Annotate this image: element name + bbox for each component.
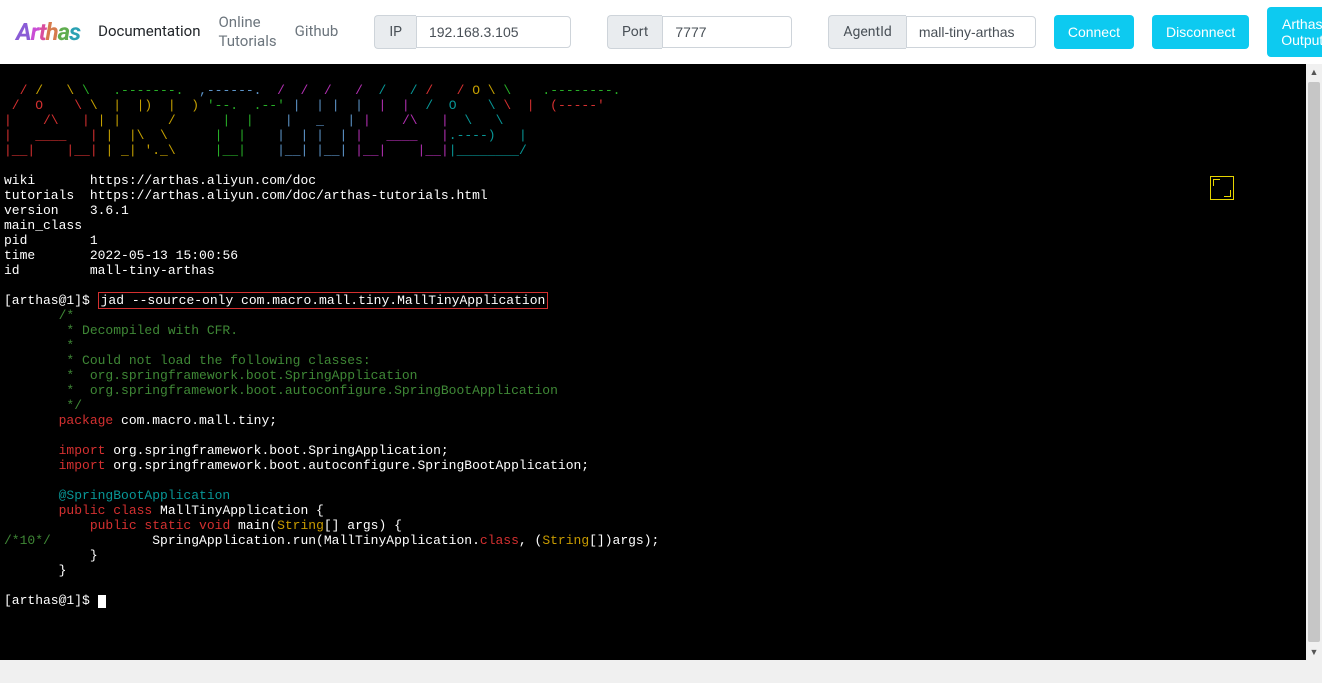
package-line: package com.macro.mall.tiny; [4,413,277,428]
brace-close: } [4,563,66,578]
info-id: id mall-tiny-arthas [4,263,215,278]
scroll-up-icon[interactable]: ▲ [1306,64,1322,80]
nav-documentation[interactable]: Documentation [98,22,200,42]
cursor-icon [98,595,106,608]
agentid-input[interactable] [906,16,1036,48]
header-toolbar: Arthas Documentation Online Tutorials Gi… [0,0,1322,64]
terminal-output: / / \ \ .-------. ,------. / / / / / / /… [4,64,1318,612]
info-wiki: wiki https://arthas.aliyun.com/doc [4,173,316,188]
comment-line: * [4,338,74,353]
arthas-output-button[interactable]: Arthas Output [1267,7,1322,57]
port-input[interactable] [662,16,792,48]
import-line: import org.springframework.boot.SpringAp… [4,443,449,458]
highlighted-command: jad --source-only com.macro.mall.tiny.Ma… [98,292,549,309]
arthas-logo: Arthas [16,18,80,46]
agentid-field-group: AgentId [828,15,1035,49]
comment-line: */ [4,398,82,413]
bottom-bar [0,660,1322,683]
run-line: /*10*/ SpringApplication.run(MallTinyApp… [4,533,659,548]
info-time: time 2022-05-13 15:00:56 [4,248,238,263]
prompt-line-2: [arthas@1]$ [4,593,106,608]
info-mainclass: main_class [4,218,82,233]
comment-line: * Decompiled with CFR. [4,323,238,338]
brace-close: } [4,548,98,563]
ip-label: IP [374,15,416,49]
comment-line: /* [4,308,74,323]
nav-tutorials[interactable]: Online Tutorials [218,13,276,52]
comment-line: * org.springframework.boot.SpringApplica… [4,368,417,383]
terminal-panel[interactable]: / / \ \ .-------. ,------. / / / / / / /… [0,64,1322,660]
nav-github[interactable]: Github [295,22,339,42]
fullscreen-icon[interactable] [1210,176,1234,200]
scroll-down-icon[interactable]: ▼ [1306,644,1322,660]
ip-input[interactable] [416,16,571,48]
info-pid: pid 1 [4,233,98,248]
scrollbar-thumb[interactable] [1308,82,1320,642]
connect-button[interactable]: Connect [1054,15,1134,49]
import-line: import org.springframework.boot.autoconf… [4,458,589,473]
info-tutorials: tutorials https://arthas.aliyun.com/doc/… [4,188,488,203]
annotation-line: @SpringBootApplication [4,488,230,503]
comment-line: * org.springframework.boot.autoconfigure… [4,383,558,398]
agentid-label: AgentId [828,15,905,49]
disconnect-button[interactable]: Disconnect [1152,15,1249,49]
class-decl-line: public class MallTinyApplication { [4,503,324,518]
scrollbar[interactable]: ▲ ▼ [1306,64,1322,660]
ip-field-group: IP [374,15,571,49]
info-version: version 3.6.1 [4,203,129,218]
comment-line: * Could not load the following classes: [4,353,371,368]
port-field-group: Port [607,15,792,49]
port-label: Port [607,15,662,49]
main-decl-line: public static void main(String[] args) { [4,518,402,533]
prompt-line-1: [arthas@1]$ jad --source-only com.macro.… [4,292,548,309]
